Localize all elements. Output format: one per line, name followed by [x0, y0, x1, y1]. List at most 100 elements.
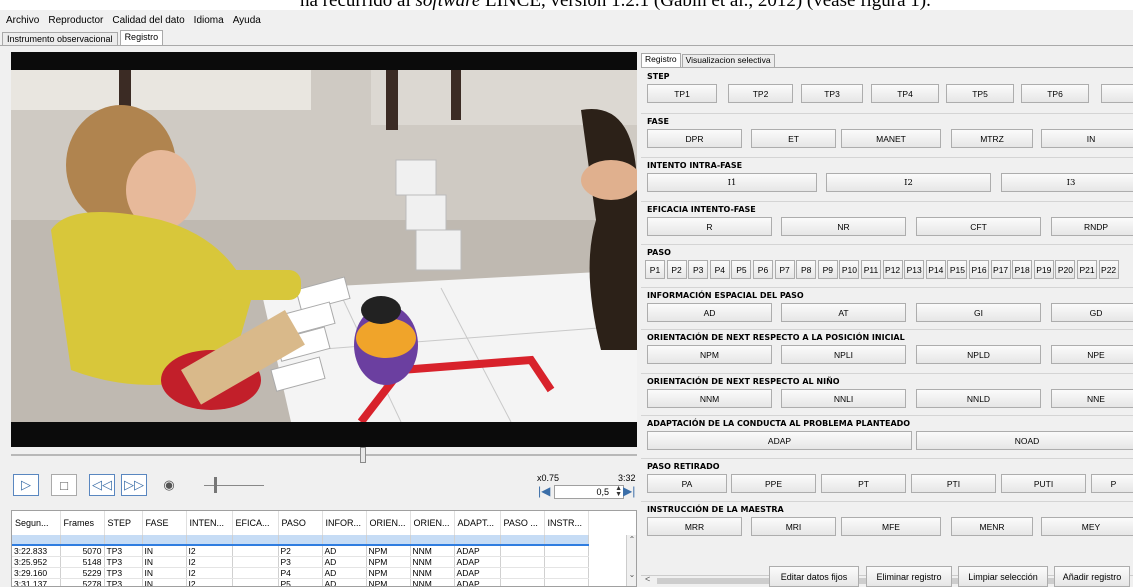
column-header[interactable]: PASO ... [500, 511, 545, 535]
menu-calidad-del-dato[interactable]: Calidad del dato [110, 14, 186, 27]
column-header[interactable]: ADAPT... [454, 511, 501, 535]
criterion-button[interactable]: DPR [647, 129, 742, 148]
criterion-button[interactable]: P7 [774, 260, 795, 279]
criterion-button[interactable]: NR [781, 217, 906, 236]
eliminar-registro-button[interactable]: Eliminar registro [866, 566, 952, 587]
scroll-down-icon[interactable]: ⌄ [627, 570, 636, 579]
criterion-button[interactable]: NOAD [916, 431, 1133, 450]
tab-registro-panel[interactable]: Registro [641, 53, 681, 67]
table-row[interactable] [12, 535, 589, 546]
column-header[interactable]: Segun... [12, 511, 61, 535]
criterion-button[interactable]: TP1 [647, 84, 717, 103]
spinbox-arrows-icon[interactable]: ▲ ▼ [615, 485, 622, 498]
rewind-button[interactable]: ◁◁ [89, 474, 115, 496]
criterion-button[interactable]: ADAP [647, 431, 912, 450]
volume-slider[interactable] [204, 485, 264, 486]
criterion-button[interactable]: NPLD [916, 345, 1041, 364]
criterion-button[interactable]: P10 [839, 260, 860, 279]
column-header[interactable]: STEP [104, 511, 143, 535]
criterion-button[interactable]: P2 [666, 260, 687, 279]
tab-registro[interactable]: Registro [119, 30, 164, 46]
criterion-button[interactable]: TP3 [801, 84, 863, 103]
criterion-button[interactable]: P [1091, 474, 1133, 493]
criterion-button[interactable]: P21 [1077, 260, 1097, 279]
table-row[interactable]: 3:29.160 5229 TP3 IN I2 P4 AD NPM NNM ADAP [12, 567, 589, 579]
fast-forward-button[interactable]: ▷▷ [121, 474, 147, 496]
criterion-button[interactable]: P1 [645, 260, 665, 279]
limpiar-seleccion-button[interactable]: Limpiar selección [958, 566, 1048, 587]
seek-track[interactable] [11, 454, 637, 456]
speed-spinbox[interactable]: 0,5 ▲ ▼ [554, 485, 624, 499]
stop-button[interactable]: □ [51, 474, 77, 496]
table-row[interactable]: 3:22.833 5070 TP3 IN I2 P2 AD NPM NNM ADAP [12, 545, 589, 557]
seek-bar[interactable] [11, 447, 637, 463]
criterion-button[interactable]: GI [916, 303, 1041, 322]
criterion-button[interactable]: AT [781, 303, 906, 322]
criterion-button[interactable]: P17 [990, 260, 1011, 279]
criterion-button[interactable]: P14 [925, 260, 946, 279]
column-header[interactable]: INSTR... [544, 511, 589, 535]
criterion-button[interactable]: P19 [1033, 260, 1054, 279]
tab-visualizacion-selectiva[interactable]: Visualizacion selectiva [681, 54, 775, 67]
criterion-button[interactable]: MEY [1041, 517, 1133, 536]
criterion-button[interactable]: P13 [904, 260, 925, 279]
criterion-button[interactable]: P6 [753, 260, 773, 279]
video-player[interactable] [11, 52, 637, 447]
criterion-button[interactable]: PA [647, 474, 727, 493]
criterion-button[interactable]: PTI [911, 474, 996, 493]
volume-thumb[interactable] [214, 477, 217, 493]
criterion-button[interactable]: NNM [647, 389, 772, 408]
criterion-button[interactable]: NNLI [781, 389, 906, 408]
column-header[interactable]: INFOR... [322, 511, 367, 535]
menu-reproductor[interactable]: Reproductor [46, 14, 105, 27]
criterion-button[interactable]: TP6 [1021, 84, 1089, 103]
criterion-button[interactable]: NPLI [781, 345, 906, 364]
criterion-button[interactable]: IN [1041, 129, 1133, 148]
column-header[interactable]: PASO [278, 511, 323, 535]
criterion-button[interactable]: TP2 [728, 84, 793, 103]
criterion-button[interactable]: P11 [861, 260, 881, 279]
criterion-button[interactable]: ET [751, 129, 836, 148]
play-button[interactable]: ▷ [13, 474, 39, 496]
criterion-button[interactable]: GD [1051, 303, 1133, 322]
criterion-button[interactable]: NPM [647, 345, 772, 364]
column-header[interactable]: FASE [142, 511, 187, 535]
criterion-button[interactable]: P9 [817, 260, 838, 279]
criterion-button[interactable]: MRI [751, 517, 836, 536]
criterion-button[interactable]: PT [821, 474, 906, 493]
criterion-button[interactable]: I2 [826, 173, 991, 192]
scroll-up-icon[interactable]: ⌃ [627, 535, 636, 544]
criterion-button[interactable]: P18 [1012, 260, 1033, 279]
volume-button[interactable]: ◉ [156, 474, 182, 496]
criterion-button[interactable]: NPE [1051, 345, 1133, 364]
column-header[interactable]: EFICA... [232, 511, 279, 535]
tab-instrumento-observacional[interactable]: Instrumento observacional [2, 32, 118, 46]
criterion-button[interactable]: I1 [647, 173, 817, 192]
criterion-button[interactable]: P5 [731, 260, 752, 279]
criterion-button[interactable]: MRR [647, 517, 742, 536]
anadir-registro-button[interactable]: Añadir registro [1054, 566, 1130, 587]
criterion-button[interactable]: P8 [796, 260, 817, 279]
column-header[interactable]: Frames [60, 511, 105, 535]
criterion-button[interactable]: AD [647, 303, 772, 322]
editar-datos-fijos-button[interactable]: Editar datos fijos [769, 566, 859, 587]
criterion-button[interactable]: P22 [1098, 260, 1119, 279]
criterion-button[interactable]: MTRZ [951, 129, 1033, 148]
criterion-button[interactable]: RNDP [1051, 217, 1133, 236]
criterion-button[interactable] [1101, 84, 1133, 103]
criterion-button[interactable]: CFT [916, 217, 1041, 236]
table-vertical-scrollbar[interactable]: ⌃ ⌄ [626, 535, 636, 586]
criterion-button[interactable]: TP5 [946, 84, 1014, 103]
criterion-button[interactable]: P15 [947, 260, 968, 279]
table-row[interactable]: 3:31.137 5278 TP3 IN I2 P5 AD NPM NNM ADAP [12, 578, 589, 586]
criterion-button[interactable]: P12 [882, 260, 903, 279]
skip-start-icon[interactable]: |◀ [538, 484, 550, 498]
scroll-left-icon[interactable]: < [645, 574, 650, 584]
table-row[interactable]: 3:25.952 5148 TP3 IN I2 P3 AD NPM NNM ADAP [12, 556, 589, 568]
criterion-button[interactable]: NNLD [916, 389, 1041, 408]
criterion-button[interactable]: MANET [841, 129, 941, 148]
criterion-button[interactable]: MFE [841, 517, 941, 536]
criterion-button[interactable]: P3 [688, 260, 709, 279]
criterion-button[interactable]: MENR [951, 517, 1033, 536]
criterion-button[interactable]: P20 [1055, 260, 1076, 279]
